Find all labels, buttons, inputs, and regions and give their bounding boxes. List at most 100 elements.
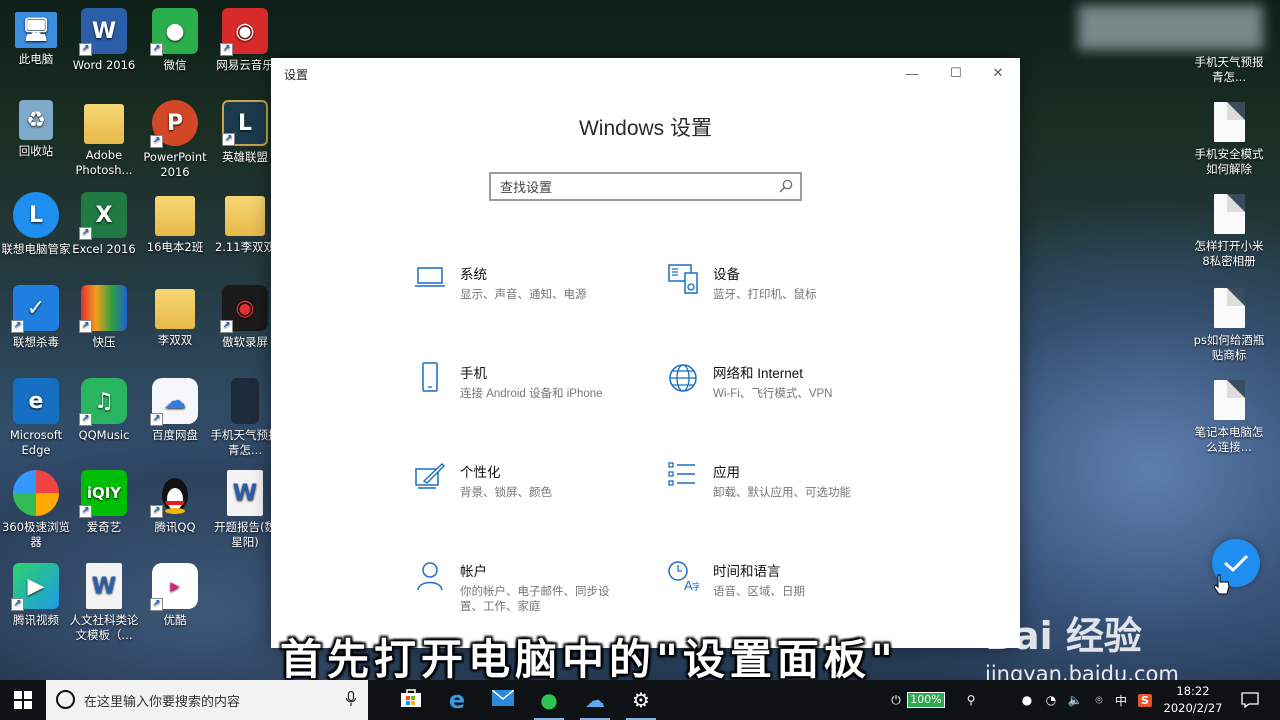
category-desc: 连接 Android 设备和 iPhone <box>460 388 603 400</box>
taskbar: 在这里输入你要搜索的内容 e ● ☁ ⚙ ⏻ 100% ⚲ ● ◔ 🔈 ⌾ 中 … <box>0 680 1280 720</box>
word-document-icon: W <box>86 563 122 609</box>
microphone-icon[interactable] <box>345 690 357 711</box>
desktop-icon-folder-16class[interactable]: 16电本2班 <box>139 192 211 255</box>
taskbar-clock[interactable]: 18:22 2020/2/27 <box>1162 683 1224 717</box>
category-title: 应用 <box>713 465 740 480</box>
desktop-icon-qq[interactable]: ↗ 腾讯QQ <box>139 470 211 535</box>
battery-indicator[interactable]: 100% <box>907 692 945 708</box>
desktop-icon-qqmusic[interactable]: ♫ ↗ QQMusic <box>68 378 140 443</box>
taskbar-mail[interactable] <box>480 680 526 720</box>
sogou-input-icon[interactable]: S <box>1134 680 1156 720</box>
windows-logo-icon <box>14 691 32 709</box>
youku-icon: ▶ ↗ <box>150 563 198 611</box>
blurred-region <box>1078 5 1263 50</box>
desktop-icon-word[interactable]: W ↗ Word 2016 <box>68 8 140 73</box>
video-subtitle: 首先打开电脑中的"设置面板" <box>280 635 898 684</box>
desktop-icon-powerpoint[interactable]: P ↗ PowerPoint 2016 <box>139 100 211 180</box>
desktop-file-safe-mode[interactable]: 手机安全模式如何解除 <box>1191 102 1267 177</box>
folder-icon <box>225 196 265 236</box>
apps-list-icon <box>667 461 713 501</box>
desktop-file-laptop[interactable]: 笔记本电脑怎么连接... <box>1191 380 1267 455</box>
word-icon: W ↗ <box>79 8 127 56</box>
desktop-icon-recycle-bin[interactable]: ♻ 回收站 <box>0 100 72 159</box>
desktop-icon-folder-lishuangshuang[interactable]: 李双双 <box>139 285 211 348</box>
desktop-icon-baidu-netdisk[interactable]: ☁ ↗ 百度网盘 <box>139 378 211 443</box>
category-desc: 蓝牙、打印机、鼠标 <box>713 289 817 301</box>
power-plug-icon[interactable]: ⏻ <box>886 680 906 720</box>
category-desc: Wi-Fi、飞行模式、VPN <box>713 388 833 400</box>
desktop-file-weather[interactable]: 手机天气预报青怎... <box>1191 55 1267 85</box>
category-desc: 你的帐户、电子邮件、同步设置、工作、家庭 <box>460 586 610 613</box>
category-title: 系统 <box>460 267 487 282</box>
svg-text:字: 字 <box>692 581 699 592</box>
laptop-icon <box>414 263 460 303</box>
search-icon <box>779 179 793 196</box>
start-button[interactable] <box>0 680 46 720</box>
category-personalization[interactable]: 个性化 背景、锁屏、颜色 <box>414 461 644 501</box>
desktop-icon-kuaiya[interactable]: ↗ 快压 <box>68 285 140 350</box>
desktop-icon-edge[interactable]: e Microsoft Edge <box>0 378 72 458</box>
desktop-icon-photoshop[interactable]: Adobe Photosh... <box>68 100 140 178</box>
category-network[interactable]: 网络和 Internet Wi-Fi、飞行模式、VPN <box>667 362 897 402</box>
network-icon[interactable]: ⌾ <box>1088 680 1110 720</box>
clock-date: 2020/2/27 <box>1163 701 1223 715</box>
qq-tray-icon[interactable]: ● <box>1016 680 1038 720</box>
desktop-icon-wechat[interactable]: ● ↗ 微信 <box>139 8 211 73</box>
category-accounts[interactable]: 帐户 你的帐户、电子邮件、同步设置、工作、家庭 <box>414 560 644 615</box>
ime-indicator[interactable]: 中 <box>1110 680 1132 720</box>
desktop-file-ps[interactable]: ps如何给酒瓶贴商标 <box>1191 288 1267 363</box>
category-desc: 背景、锁屏、颜色 <box>460 487 552 499</box>
desktop-icon-youku[interactable]: ▶ ↗ 优酷 <box>139 563 211 628</box>
category-title: 设备 <box>713 267 740 282</box>
desktop-icon-paper-template[interactable]: W 人文社科类论文模板（... <box>68 563 140 643</box>
taskbar-store[interactable] <box>388 680 434 720</box>
recycle-bin-icon: ♻ <box>19 100 53 140</box>
volume-icon[interactable]: 🔈 <box>1064 680 1086 720</box>
phone-icon <box>414 362 460 402</box>
taskbar-edge[interactable]: e <box>434 680 480 720</box>
desktop-icon-iqiyi[interactable]: iQIY ↗ 爱奇艺 <box>68 470 140 535</box>
devices-icon <box>667 263 713 303</box>
desktop-icon-lenovo-antivirus[interactable]: ✓ ↗ 联想杀毒 <box>0 285 72 350</box>
category-devices[interactable]: 设备蓝牙、打印机、鼠标 <box>667 263 897 303</box>
window-title: 设置 <box>284 68 309 82</box>
category-system[interactable]: 系统 显示、声音、通知、电源 <box>414 263 644 303</box>
edge-icon: e <box>448 686 466 714</box>
minimize-button[interactable]: — <box>889 62 935 84</box>
category-apps[interactable]: 应用卸载、默认应用、可选功能 <box>667 461 897 501</box>
wifi-icon[interactable]: ◔ <box>1040 680 1062 720</box>
document-icon <box>1213 380 1245 420</box>
settings-heading: Windows 设置 <box>578 117 713 140</box>
taskbar-settings[interactable]: ⚙ <box>618 680 664 720</box>
taskbar-wechat[interactable]: ● <box>526 680 572 720</box>
folder-icon <box>155 196 195 236</box>
desktop-icon-360-browser[interactable]: 360极速浏览器 <box>0 470 72 550</box>
maximize-button[interactable]: ☐ <box>933 62 979 84</box>
taskbar-search-placeholder: 在这里输入你要搜索的内容 <box>84 694 241 710</box>
people-icon[interactable]: ⚲ <box>958 680 984 720</box>
desktop-icon-this-pc[interactable]: 🖥 此电脑 <box>0 8 72 67</box>
person-icon <box>414 560 460 600</box>
folder-icon <box>84 104 124 144</box>
desktop-icon-lenovo-manager[interactable]: L 联想电脑管家 <box>0 192 72 257</box>
wechat-icon: ● <box>540 688 558 712</box>
taskbar-baidu-netdisk[interactable]: ☁ <box>572 680 618 720</box>
notification-center-icon[interactable] <box>1236 680 1264 720</box>
taskbar-search-box[interactable]: 在这里输入你要搜索的内容 <box>46 680 368 720</box>
category-desc: 卸载、默认应用、可选功能 <box>713 487 851 499</box>
category-title: 网络和 Internet <box>713 366 804 381</box>
lenovo-manager-icon: L <box>13 192 59 238</box>
mail-icon <box>491 689 515 710</box>
category-phone[interactable]: 手机 连接 Android 设备和 iPhone <box>414 362 644 402</box>
settings-search-input[interactable]: 查找设置 <box>489 172 802 201</box>
desktop-icon-tencent-video[interactable]: ▶ ↗ 腾讯视频 <box>0 563 72 628</box>
browser-icon <box>13 470 59 516</box>
powerpoint-icon: P ↗ <box>150 100 198 148</box>
close-button[interactable]: ✕ <box>975 62 1021 84</box>
desktop-icon-excel[interactable]: X ↗ Excel 2016 <box>68 192 140 257</box>
league-icon: L ↗ <box>222 100 268 146</box>
folder-icon <box>155 289 195 329</box>
wechat-icon: ● ↗ <box>150 8 198 56</box>
desktop-file-xiaomi[interactable]: 怎样打开小米8私密相册 <box>1191 194 1267 269</box>
category-time-language[interactable]: A字 时间和语言 语音、区域、日期 <box>667 560 897 600</box>
